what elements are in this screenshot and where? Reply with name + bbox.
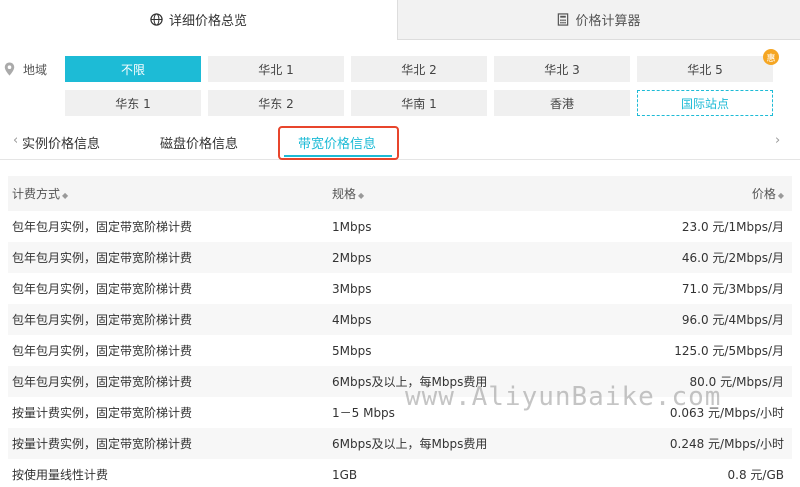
region-button-label: 不限 bbox=[120, 62, 145, 77]
cell-spec: 4Mbps bbox=[332, 312, 372, 327]
cell-price: 0.8 元/GB bbox=[727, 468, 784, 482]
region-button-north3[interactable]: 华北 3 bbox=[494, 56, 630, 82]
sort-icon: ◆ bbox=[358, 191, 365, 200]
bandwidth-price-table: 计费方式 ◆ 规格 ◆ 价格 ◆ 包年包月实例，固定带宽阶梯计费 1Mbps 23.0… bbox=[8, 176, 792, 487]
tab-price-calculator-label: 价格计算器 bbox=[575, 14, 641, 29]
region-button-north1[interactable]: 华北 1 bbox=[208, 56, 344, 82]
table-row: 包年包月实例，固定带宽阶梯计费 6Mbps及以上，每Mbps费用 80.0 元/… bbox=[8, 366, 792, 397]
globe-icon bbox=[150, 13, 163, 26]
region-button-label: 华北 3 bbox=[544, 62, 580, 77]
column-header-label: 计费方式 bbox=[12, 187, 61, 201]
discount-badge: 惠 bbox=[763, 49, 779, 65]
cell-billing: 按量计费实例，固定带宽阶梯计费 bbox=[12, 437, 193, 451]
region-button-east1[interactable]: 华东 1 bbox=[65, 90, 201, 116]
column-header-billing[interactable]: 计费方式 ◆ bbox=[8, 185, 332, 202]
table-row: 包年包月实例，固定带宽阶梯计费 2Mbps 46.0 元/2Mbps/月 bbox=[8, 242, 792, 273]
table-row: 包年包月实例，固定带宽阶梯计费 5Mbps 125.0 元/5Mbps/月 bbox=[8, 335, 792, 366]
table-row: 包年包月实例，固定带宽阶梯计费 3Mbps 71.0 元/3Mbps/月 bbox=[8, 273, 792, 304]
table-header: 计费方式 ◆ 规格 ◆ 价格 ◆ bbox=[8, 176, 792, 211]
region-label: 地域 bbox=[4, 56, 47, 82]
cell-billing: 包年包月实例，固定带宽阶梯计费 bbox=[12, 375, 193, 389]
sort-icon: ◆ bbox=[62, 191, 69, 200]
table-row: 按量计费实例，固定带宽阶梯计费 6Mbps及以上，每Mbps费用 0.248 元… bbox=[8, 428, 792, 459]
cell-spec: 1Mbps bbox=[332, 219, 372, 234]
region-label-text: 地域 bbox=[23, 62, 48, 77]
price-category-tabs bbox=[0, 126, 800, 160]
cell-price: 0.248 元/Mbps/小时 bbox=[669, 437, 784, 451]
region-button-label: 华东 1 bbox=[115, 96, 151, 111]
region-button-north2[interactable]: 华北 2 bbox=[351, 56, 487, 82]
column-header-label: 规格 bbox=[332, 187, 357, 201]
table-row: 按量计费实例，固定带宽阶梯计费 1－5 Mbps 0.063 元/Mbps/小时 bbox=[8, 397, 792, 428]
region-button-north5[interactable]: 华北 5 惠 bbox=[637, 49, 779, 82]
cell-billing: 包年包月实例，固定带宽阶梯计费 bbox=[12, 344, 193, 358]
cell-spec: 2Mbps bbox=[332, 250, 372, 265]
cell-spec: 6Mbps及以上，每Mbps费用 bbox=[332, 375, 488, 389]
cell-price: 96.0 元/4Mbps/月 bbox=[681, 313, 784, 327]
cell-price: 46.0 元/2Mbps/月 bbox=[681, 251, 784, 265]
sort-icon: ◆ bbox=[777, 191, 784, 200]
region-button-label: 华北 5 bbox=[687, 62, 723, 77]
cell-billing: 按量计费实例，固定带宽阶梯计费 bbox=[12, 406, 193, 420]
region-button-label: 华南 1 bbox=[401, 96, 437, 111]
table-row: 包年包月实例，固定带宽阶梯计费 1Mbps 23.0 元/1Mbps/月 bbox=[8, 211, 792, 242]
cell-billing: 包年包月实例，固定带宽阶梯计费 bbox=[12, 313, 193, 327]
cell-price: 71.0 元/3Mbps/月 bbox=[681, 282, 784, 296]
chevron-right-icon[interactable]: › bbox=[775, 133, 780, 148]
cell-spec: 1GB bbox=[332, 467, 358, 482]
region-button-south1[interactable]: 华南 1 bbox=[351, 90, 487, 116]
tab-price-calculator[interactable]: 价格计算器 bbox=[397, 0, 800, 40]
cell-spec: 3Mbps bbox=[332, 281, 372, 296]
cell-price: 23.0 元/1Mbps/月 bbox=[681, 220, 784, 234]
region-button-east2[interactable]: 华东 2 bbox=[208, 90, 344, 116]
tab-disk-price[interactable]: 磁盘价格信息 bbox=[160, 133, 238, 152]
location-pin-icon bbox=[4, 62, 15, 76]
cell-price: 0.063 元/Mbps/小时 bbox=[669, 406, 784, 420]
cell-billing: 包年包月实例，固定带宽阶梯计费 bbox=[12, 251, 193, 265]
annotation-highlight-box bbox=[278, 126, 399, 160]
calculator-icon bbox=[557, 13, 569, 26]
region-button-label: 国际站点 bbox=[680, 96, 729, 111]
column-header-label: 价格 bbox=[751, 187, 776, 201]
tab-instance-price[interactable]: 实例价格信息 bbox=[22, 133, 100, 152]
cell-spec: 6Mbps及以上，每Mbps费用 bbox=[332, 437, 488, 451]
table-row: 按使用量线性计费 1GB 0.8 元/GB bbox=[8, 459, 792, 487]
region-button-label: 华东 2 bbox=[258, 96, 294, 111]
column-header-spec[interactable]: 规格 ◆ bbox=[332, 185, 592, 202]
tab-price-overview[interactable]: 详细价格总览 bbox=[0, 0, 397, 40]
region-button-label: 华北 1 bbox=[258, 62, 294, 77]
table-row: 包年包月实例，固定带宽阶梯计费 4Mbps 96.0 元/4Mbps/月 bbox=[8, 304, 792, 335]
cell-price: 80.0 元/Mbps/月 bbox=[689, 375, 784, 389]
region-button-hongkong[interactable]: 香港 bbox=[494, 90, 630, 116]
top-tab-bar: 详细价格总览 价格计算器 bbox=[0, 0, 800, 40]
cell-spec: 5Mbps bbox=[332, 343, 372, 358]
tab-price-overview-label: 详细价格总览 bbox=[168, 14, 247, 29]
chevron-left-icon[interactable]: ‹ bbox=[13, 133, 18, 148]
region-button-all[interactable]: 不限 bbox=[65, 56, 201, 82]
region-button-label: 华北 2 bbox=[401, 62, 437, 77]
cell-spec: 1－5 Mbps bbox=[332, 406, 395, 420]
region-button-label: 香港 bbox=[549, 96, 574, 111]
cell-billing: 按使用量线性计费 bbox=[12, 468, 109, 482]
cell-price: 125.0 元/5Mbps/月 bbox=[674, 344, 784, 358]
cell-billing: 包年包月实例，固定带宽阶梯计费 bbox=[12, 220, 193, 234]
cell-billing: 包年包月实例，固定带宽阶梯计费 bbox=[12, 282, 193, 296]
column-header-price[interactable]: 价格 ◆ bbox=[592, 185, 792, 202]
region-button-international[interactable]: 国际站点 bbox=[637, 90, 773, 116]
